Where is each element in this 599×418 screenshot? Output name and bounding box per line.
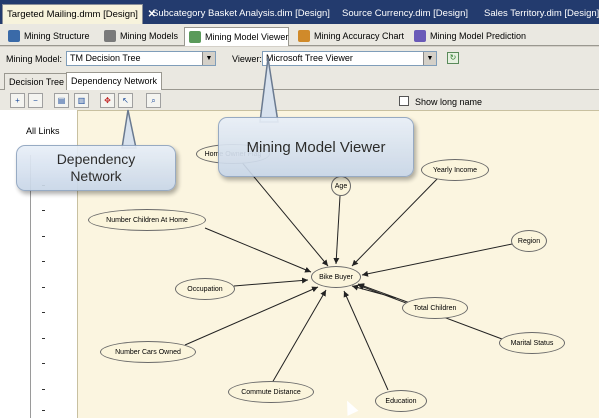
slider-tick [42, 389, 45, 390]
node-region[interactable]: Region [511, 230, 547, 252]
tab-mining-structure[interactable]: Mining Structure [4, 27, 90, 45]
tab-mining-model-prediction[interactable]: Mining Model Prediction [410, 27, 526, 45]
mining-models-icon [104, 30, 116, 42]
tab-mining-models[interactable]: Mining Models [100, 27, 178, 45]
slider-tick [42, 312, 45, 313]
viewer-label: Viewer: [232, 54, 262, 64]
model-selector-row: Mining Model: TM Decision Tree ▼ Viewer:… [0, 47, 599, 71]
zoom-out-icon[interactable]: − [28, 93, 43, 108]
tab-label: Mining Accuracy Chart [314, 31, 405, 41]
callout-line: Dependency [56, 151, 136, 167]
accuracy-chart-icon [298, 30, 310, 42]
chevron-down-icon[interactable]: ▼ [202, 52, 215, 65]
all-links-label: All Links [26, 126, 60, 136]
mining-model-label: Mining Model: [6, 54, 63, 64]
designer-tab-bar: Mining Structure Mining Models Mining Mo… [0, 24, 599, 46]
slider-tick [42, 236, 45, 237]
mining-model-value: TM Decision Tree [70, 53, 141, 63]
node-number-children-at-home[interactable]: Number Children At Home [88, 209, 206, 231]
select-node-icon[interactable]: ↖ [118, 93, 133, 108]
doc-tab-label: Targeted Mailing.dmm [Design] [7, 9, 138, 20]
tab-dependency-network[interactable]: Dependency Network [66, 72, 163, 90]
doc-tab-source-currency[interactable]: Source Currency.dim [Design] [342, 4, 468, 24]
viewer-tab-bar: Decision Tree Dependency Network [0, 71, 599, 90]
slider-tick [42, 410, 45, 411]
show-long-name-label: Show long name [415, 97, 483, 107]
tab-label: Mining Models [120, 31, 179, 41]
slider-tick [42, 210, 45, 211]
copy-icon[interactable]: ▤ [54, 93, 69, 108]
fit-to-window-icon[interactable]: ✥ [100, 93, 115, 108]
tab-label: Mining Structure [24, 31, 90, 41]
viewer-toolbar: + − ▤ ▥ ✥ ↖ ⌕ [0, 90, 599, 110]
tab-mining-model-viewer[interactable]: Mining Model Viewer [184, 27, 290, 46]
node-age[interactable]: Age [331, 176, 351, 196]
mining-model-select[interactable]: TM Decision Tree ▼ [66, 51, 216, 66]
copy-graph-icon[interactable]: ▥ [74, 93, 89, 108]
slider-tick [42, 261, 45, 262]
slider-tick [42, 363, 45, 364]
tab-decision-tree[interactable]: Decision Tree [4, 73, 70, 90]
node-yearly-income[interactable]: Yearly Income [421, 159, 489, 181]
node-number-cars-owned[interactable]: Number Cars Owned [100, 341, 196, 363]
slider-tick [42, 287, 45, 288]
node-education[interactable]: Education [375, 390, 427, 412]
viewer-value: Microsoft Tree Viewer [266, 53, 353, 63]
link-strength-slider[interactable] [30, 155, 36, 418]
node-commute-distance[interactable]: Commute Distance [228, 381, 314, 403]
node-occupation[interactable]: Occupation [175, 278, 235, 300]
doc-tab-subcategory-basket[interactable]: Subcategory Basket Analysis.dim [Design] [152, 4, 330, 24]
node-marital-status[interactable]: Marital Status [499, 332, 565, 354]
document-tab-bar: Targeted Mailing.dmm [Design] ✕ Subcateg… [0, 0, 599, 24]
tab-label: Mining Model Prediction [430, 31, 527, 41]
callout-line: Network [70, 168, 122, 184]
callout-mining-model-viewer: Mining Model Viewer [218, 117, 414, 177]
refresh-icon[interactable]: ↻ [447, 52, 459, 64]
tab-label: Mining Model Viewer [205, 32, 289, 42]
slider-tick [42, 338, 45, 339]
show-long-name-checkbox[interactable] [399, 96, 409, 106]
callout-dependency-network: Dependency Network [16, 145, 176, 191]
chevron-down-icon[interactable]: ▼ [423, 52, 436, 65]
doc-tab-targeted-mailing[interactable]: Targeted Mailing.dmm [Design] ✕ [2, 4, 156, 24]
find-node-icon[interactable]: ⌕ [146, 93, 161, 108]
node-total-children[interactable]: Total Children [402, 297, 468, 319]
mining-structure-icon [8, 30, 20, 42]
doc-tab-sales-territory[interactable]: Sales Territory.dim [Design] [484, 4, 599, 24]
node-bike-buyer[interactable]: Bike Buyer [311, 266, 361, 288]
tab-mining-accuracy-chart[interactable]: Mining Accuracy Chart [294, 27, 404, 45]
mining-model-viewer-icon [189, 31, 201, 43]
prediction-icon [414, 30, 426, 42]
zoom-in-icon[interactable]: + [10, 93, 25, 108]
viewer-select[interactable]: Microsoft Tree Viewer ▼ [262, 51, 437, 66]
